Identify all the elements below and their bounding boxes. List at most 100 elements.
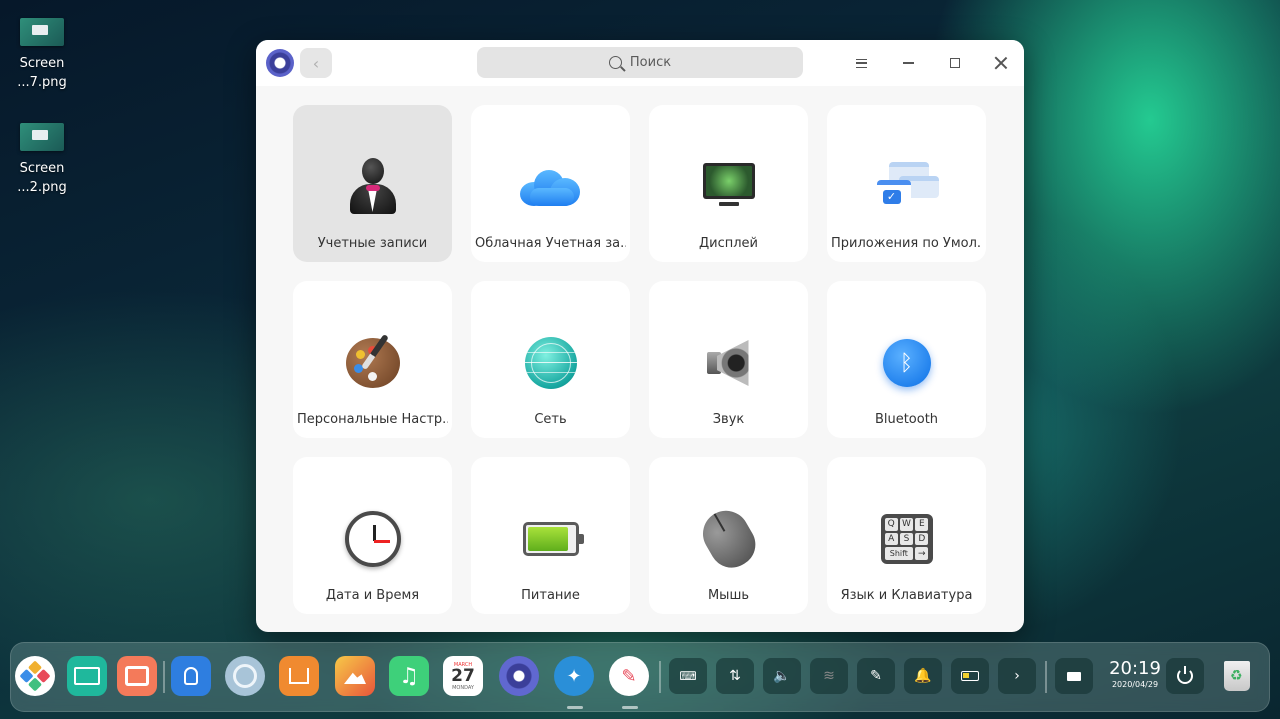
dock-separator [163,661,165,693]
keyboard-icon-key: S [899,532,914,546]
tray-battery-icon[interactable] [951,658,989,694]
file-manager-icon[interactable] [67,656,107,696]
search-input[interactable]: Поиск [477,47,803,78]
dock-separator [1045,661,1047,693]
desktop-file-name-line2: ...2.png [17,180,67,195]
tray-pen-icon[interactable]: ✎ [857,658,895,694]
keyboard-icon-key: E [915,518,929,531]
deepin-store-icon[interactable] [279,656,319,696]
keyboard-icon-key: Shift [884,547,914,560]
image-thumbnail-icon [20,18,64,46]
search-placeholder: Поиск [629,55,672,70]
tile-personalization[interactable]: Персональные Настр... [293,281,452,438]
tray-expand-chevron-icon[interactable]: › [998,658,1036,694]
tile-label: Дисплей [698,236,758,251]
control-center-window: ‹ Поиск Учетные записи Облачная Учетная … [256,40,1024,632]
tile-label: Bluetooth [874,412,939,427]
tile-label: Дата и Время [325,588,420,603]
tile-label: Мышь [707,588,750,603]
close-button[interactable] [986,48,1016,78]
power-icon[interactable] [1166,658,1204,694]
running-indicator [567,706,583,709]
menu-icon [855,58,867,68]
tile-mouse[interactable]: Мышь [649,457,808,614]
desktop-file-name-line1: Screen [19,161,65,176]
dock-clock-date: 2020/04/29 [1111,680,1159,689]
keyboard-icon-key: → [915,547,929,560]
image-viewer-icon[interactable] [335,656,375,696]
tile-default-applications[interactable]: ✓ Приложения по Умол... [827,105,986,262]
network-icon [519,331,583,395]
handshake-icon[interactable]: ✦ [554,656,594,696]
default-apps-icon: ✓ [875,155,939,219]
tile-label: Сеть [534,412,567,427]
tile-keyboard-language[interactable]: Q W E A S D Shift → Язык и Клавиатура [827,457,986,614]
running-indicator [622,706,638,709]
settings-grid: Учетные записи Облачная Учетная за... Ди… [293,105,986,614]
tile-network[interactable]: Сеть [471,281,630,438]
tile-cloud-account[interactable]: Облачная Учетная за... [471,105,630,262]
tile-label: Облачная Учетная за... [475,236,626,251]
dock-clock-time[interactable]: 20:19 [1105,658,1165,679]
desktop-file-name-line2: ...7.png [17,75,67,90]
calendar-icon[interactable]: MARCH 27 MONDAY [443,656,483,696]
tile-label: Звук [712,412,745,427]
dock-separator [659,661,661,693]
tile-accounts[interactable]: Учетные записи [293,105,452,262]
keyboard-icon: Q W E A S D Shift → [875,507,939,571]
launcher-icon[interactable] [15,656,55,696]
chevron-left-icon: ‹ [312,53,320,73]
clock-icon [341,507,405,571]
image-thumbnail-icon [20,123,64,151]
display-icon [697,155,761,219]
bluetooth-icon: ᛒ [875,331,939,395]
tile-sound[interactable]: Звук [649,281,808,438]
maximize-button[interactable] [940,48,970,78]
maximize-icon [950,58,960,68]
back-button[interactable]: ‹ [300,48,332,78]
keyboard-icon-key: D [915,532,929,546]
tile-label: Учетные записи [317,236,428,251]
tray-keyboard-icon[interactable]: ⌨ [669,658,707,694]
control-center-logo-icon [266,49,294,77]
close-icon [994,56,1008,70]
minimize-button[interactable] [893,48,923,78]
tray-volume-icon[interactable]: 🔈 [763,658,801,694]
music-icon[interactable]: ♫ [389,656,429,696]
desktop-file-name-line1: Screen [19,56,65,71]
calendar-day: 27 [451,665,475,686]
app-store-icon[interactable] [171,656,211,696]
tile-power[interactable]: Питание [471,457,630,614]
desktop-file-screenshot-2[interactable]: Screen ...2.png [0,123,84,197]
tile-date-time[interactable]: Дата и Время [293,457,452,614]
mouse-icon [694,502,763,576]
browser-icon[interactable] [225,656,265,696]
tile-bluetooth[interactable]: ᛒ Bluetooth [827,281,986,438]
search-icon [608,56,622,69]
speaker-icon [697,331,761,395]
minimize-icon [902,62,914,64]
palette-icon [341,331,405,395]
tile-label: Приложения по Умол... [831,236,982,251]
tray-wifi-icon[interactable]: ≋ [810,658,848,694]
keyboard-icon-key: W [899,518,914,531]
desktop-file-screenshot-7[interactable]: Screen ...7.png [0,18,84,92]
cloud-icon [519,155,583,219]
tray-usb-icon[interactable]: ⇅ [716,658,754,694]
multitasking-icon[interactable] [117,656,157,696]
tray-notification-bell-icon[interactable]: 🔔 [904,658,942,694]
tile-label: Питание [521,588,580,603]
control-center-icon[interactable] [499,656,539,696]
titlebar: ‹ Поиск [256,40,1024,86]
battery-icon [519,507,584,571]
tray-keyboard-layout-icon[interactable] [1055,658,1093,694]
menu-button[interactable] [846,48,876,78]
keyboard-icon-key: Q [884,518,898,531]
tile-label: Язык и Клавиатура [840,588,973,603]
trash-icon[interactable]: ♻ [1217,656,1257,696]
keyboard-icon-key: A [884,532,898,546]
calendar-weekday: MONDAY [452,684,474,691]
draw-icon[interactable]: ✎ [609,656,649,696]
tile-display[interactable]: Дисплей [649,105,808,262]
accounts-icon [341,155,405,219]
